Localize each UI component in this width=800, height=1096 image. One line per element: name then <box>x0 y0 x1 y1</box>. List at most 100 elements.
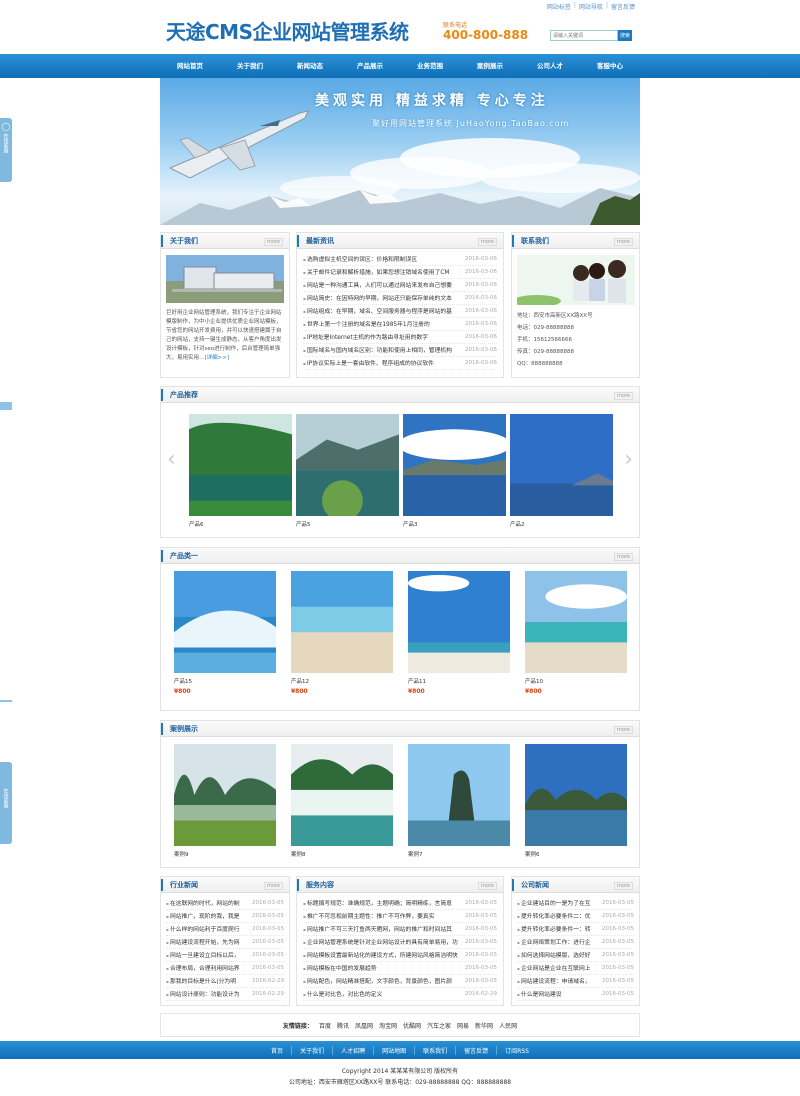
category1-item[interactable]: 产品12 ¥800 <box>291 571 393 695</box>
service-item[interactable]: 企业网站管理系统是针对企业网站设计的具有简单易用，功 2016-03-05 <box>303 936 497 949</box>
service-item[interactable]: 什么是对比色，对比色的定义 2016-02-29 <box>303 988 497 1001</box>
footer-nav-link[interactable]: 人才招聘 <box>333 1045 375 1055</box>
industry-news-item-title[interactable]: 合理布局，合理利用网站界 <box>166 962 240 974</box>
nav-cases[interactable]: 案例展示 <box>460 54 520 78</box>
company-news-item-title[interactable]: 企业网站是企业在互联网上 <box>517 962 591 974</box>
service-item-title[interactable]: 标题撰写规范：准确规范，主题明确；简明精练，言简意 <box>303 897 452 909</box>
products_rec-thumbnail[interactable] <box>403 414 506 516</box>
cases-thumbnail[interactable] <box>291 744 393 846</box>
cases-caption[interactable]: 案例9 <box>174 850 276 858</box>
nav-home[interactable]: 网站首页 <box>160 54 220 78</box>
latest-news-item[interactable]: 网站组成：在早期，域名、空间服务器与程序是网站的基 2016-03-06 <box>303 305 497 318</box>
latest-news-item-title[interactable]: 国际域名与国内域名区别：功能和使用上相同，管理机构 <box>303 344 452 356</box>
category1-thumbnail[interactable] <box>408 571 510 673</box>
latest-news-item[interactable]: 关于邮件记录和解析措施，如果您想注销域名使用了CM 2016-03-06 <box>303 266 497 279</box>
category1-more-button[interactable]: more <box>614 553 633 561</box>
cases-item[interactable]: 案例7 <box>408 744 510 858</box>
latest-news-item-title[interactable]: 网站组成：在早期，域名、空间服务器与程序是网站的基 <box>303 305 452 317</box>
friend-link[interactable]: 腾讯 <box>337 1021 349 1030</box>
company-news-more-button[interactable]: more <box>614 882 633 890</box>
latest-news-item[interactable]: IP协议实际上是一套由软件、程序组成的协议软件 2016-03-06 <box>303 357 497 370</box>
cases-caption[interactable]: 案例6 <box>525 850 627 858</box>
latest-news-item-title[interactable]: IP地址是Internet主机的作为路由寻址用的数字 <box>303 331 428 343</box>
company-news-item[interactable]: 企业网站是企业在互联网上 2016-03-05 <box>517 962 634 975</box>
service-item[interactable]: 网站模板设置最新站化的建设方式，所建网站风格简洁明快 2016-03-05 <box>303 949 497 962</box>
cases-thumbnail[interactable] <box>408 744 510 846</box>
industry-news-item-title[interactable]: 什么样的网站利于百度爬行 <box>166 923 240 935</box>
footer-nav-link[interactable]: 关于我们 <box>292 1045 334 1055</box>
service-item[interactable]: 标题撰写规范：准确规范，主题明确；简明精练，言简意 2016-03-05 <box>303 897 497 910</box>
nav-business[interactable]: 业务范围 <box>400 54 460 78</box>
latest-news-item[interactable]: 选购虚拟主机空间的误区：价格和限制误区 2016-03-06 <box>303 253 497 266</box>
latest-news-item-title[interactable]: 世界上第一个注册的域名是在1985年1月注册的 <box>303 318 430 330</box>
latest-news-item-title[interactable]: 网站是一种沟通工具，人们可以通过网站来发布自己想要 <box>303 279 452 291</box>
company-news-item[interactable]: 如何选择网站模版，选好好 2016-03-05 <box>517 949 634 962</box>
category1-item[interactable]: 产品10 ¥800 <box>525 571 627 695</box>
latest-news-item[interactable]: 网站是一种沟通工具，人们可以通过网站来发布自己想要 2016-03-06 <box>303 279 497 292</box>
friend-link[interactable]: 凤凰网 <box>355 1021 373 1030</box>
friend-link[interactable]: 人民网 <box>499 1021 517 1030</box>
cases-thumbnail[interactable] <box>525 744 627 846</box>
industry-news-item-title[interactable]: 那我的目标是什么(分为明 <box>166 975 236 987</box>
top-link-tags[interactable]: 网站标签 <box>547 2 571 11</box>
service-item[interactable]: 推广不可忽视前期主题性：推广不可作弊，要真实 2016-03-05 <box>303 910 497 923</box>
carousel-prev-icon[interactable]: ‹ <box>167 447 176 472</box>
nav-news[interactable]: 新闻动态 <box>280 54 340 78</box>
products_rec-caption[interactable]: 产品3 <box>403 520 506 528</box>
footer-nav-link[interactable]: 网站地图 <box>374 1045 416 1055</box>
search-button[interactable]: 搜索 <box>618 30 632 41</box>
category1-item[interactable]: 产品11 ¥800 <box>408 571 510 695</box>
industry-news-item[interactable]: 在这联网的时代，网站的制 2016-03-05 <box>166 897 284 910</box>
industry-news-item[interactable]: 合理布局，合理利用网站界 2016-03-05 <box>166 962 284 975</box>
company-news-item-title[interactable]: 如何选择网站模版，选好好 <box>517 949 591 961</box>
industry-news-item-title[interactable]: 在这联网的时代，网站的制 <box>166 897 240 909</box>
footer-nav-link[interactable]: 留言反馈 <box>456 1045 498 1055</box>
nav-products[interactable]: 产品展示 <box>340 54 400 78</box>
footer-nav-link[interactable]: 首页 <box>263 1045 293 1055</box>
products_rec-item[interactable]: 产品6 <box>189 414 292 528</box>
company-news-item[interactable]: 提升转化率必要条件一：转 2016-03-05 <box>517 923 634 936</box>
category1-item[interactable]: 产品15 ¥800 <box>174 571 276 695</box>
top-link-sitemap[interactable]: 网站导航 <box>579 2 603 11</box>
latest-news-item[interactable]: IP地址是Internet主机的作为路由寻址用的数字 2016-03-06 <box>303 331 497 344</box>
cases-thumbnail[interactable] <box>174 744 276 846</box>
products_rec-thumbnail[interactable] <box>189 414 292 516</box>
footer-nav-link[interactable]: 订阅RSS <box>497 1046 537 1055</box>
friend-link[interactable]: 汽车之家 <box>427 1021 451 1030</box>
industry-news-item[interactable]: 网站推广，现阶的我，我是 2016-03-05 <box>166 910 284 923</box>
latest-news-item-title[interactable]: 关于邮件记录和解析措施，如果您想注销域名使用了CM <box>303 266 449 278</box>
latest-news-item-title[interactable]: 选购虚拟主机空间的误区：价格和限制误区 <box>303 253 417 265</box>
friend-link[interactable]: 网易 <box>457 1021 469 1030</box>
service-item[interactable]: 网站模板在中国的发展趋势 2016-03-05 <box>303 962 497 975</box>
friend-link[interactable]: 优酷网 <box>403 1021 421 1030</box>
service-item-title[interactable]: 网站模板在中国的发展趋势 <box>303 962 377 974</box>
about-more-button[interactable]: more <box>264 238 283 246</box>
cases-item[interactable]: 案例8 <box>291 744 393 858</box>
service-item-title[interactable]: 网站配色，网站精准搭配，文字颜色，背景颜色，图片颜 <box>303 975 452 987</box>
footer-nav-link[interactable]: 联系我们 <box>415 1045 457 1055</box>
latest-news-item[interactable]: 网站简史：在因特网的早期，网站还只能保存单纯的文本 2016-03-06 <box>303 292 497 305</box>
service-more-button[interactable]: more <box>478 882 497 890</box>
online-service-tab[interactable]: ◯ 在线客服 <box>0 118 12 182</box>
cases-caption[interactable]: 案例8 <box>291 850 393 858</box>
category1-thumbnail[interactable] <box>525 571 627 673</box>
products_rec-caption[interactable]: 产品6 <box>189 520 292 528</box>
company-news-item[interactable]: 什么是网站建设 2016-03-05 <box>517 988 634 1001</box>
company-news-item-title[interactable]: 企业建站目的一是为了在互 <box>517 897 591 909</box>
industry-news-item[interactable]: 网站建设流程开始，先为网 2016-03-05 <box>166 936 284 949</box>
category1-caption[interactable]: 产品11 <box>408 677 510 685</box>
latest-news-item[interactable]: 国际域名与国内域名区别：功能和使用上相同，管理机构 2016-03-06 <box>303 344 497 357</box>
service-item-title[interactable]: 什么是对比色，对比色的定义 <box>303 988 382 1000</box>
industry-news-more-button[interactable]: more <box>264 882 283 890</box>
company-news-item-title[interactable]: 企业网络策划工作：进行企 <box>517 936 591 948</box>
products_rec-item[interactable]: 产品2 <box>510 414 613 528</box>
industry-news-item[interactable]: 那我的目标是什么(分为明 2016-02-29 <box>166 975 284 988</box>
products_rec-thumbnail[interactable] <box>510 414 613 516</box>
products_rec-caption[interactable]: 产品2 <box>510 520 613 528</box>
company-news-item-title[interactable]: 提升转化率必要条件一：转 <box>517 923 591 935</box>
cases-caption[interactable]: 案例7 <box>408 850 510 858</box>
industry-news-item[interactable]: 网站一旦建设立目标以后， 2016-03-05 <box>166 949 284 962</box>
products_rec-item[interactable]: 产品5 <box>296 414 399 528</box>
friend-link[interactable]: 百度 <box>319 1021 331 1030</box>
service-item[interactable]: 网站配色，网站精准搭配，文字颜色，背景颜色，图片颜 2016-03-05 <box>303 975 497 988</box>
